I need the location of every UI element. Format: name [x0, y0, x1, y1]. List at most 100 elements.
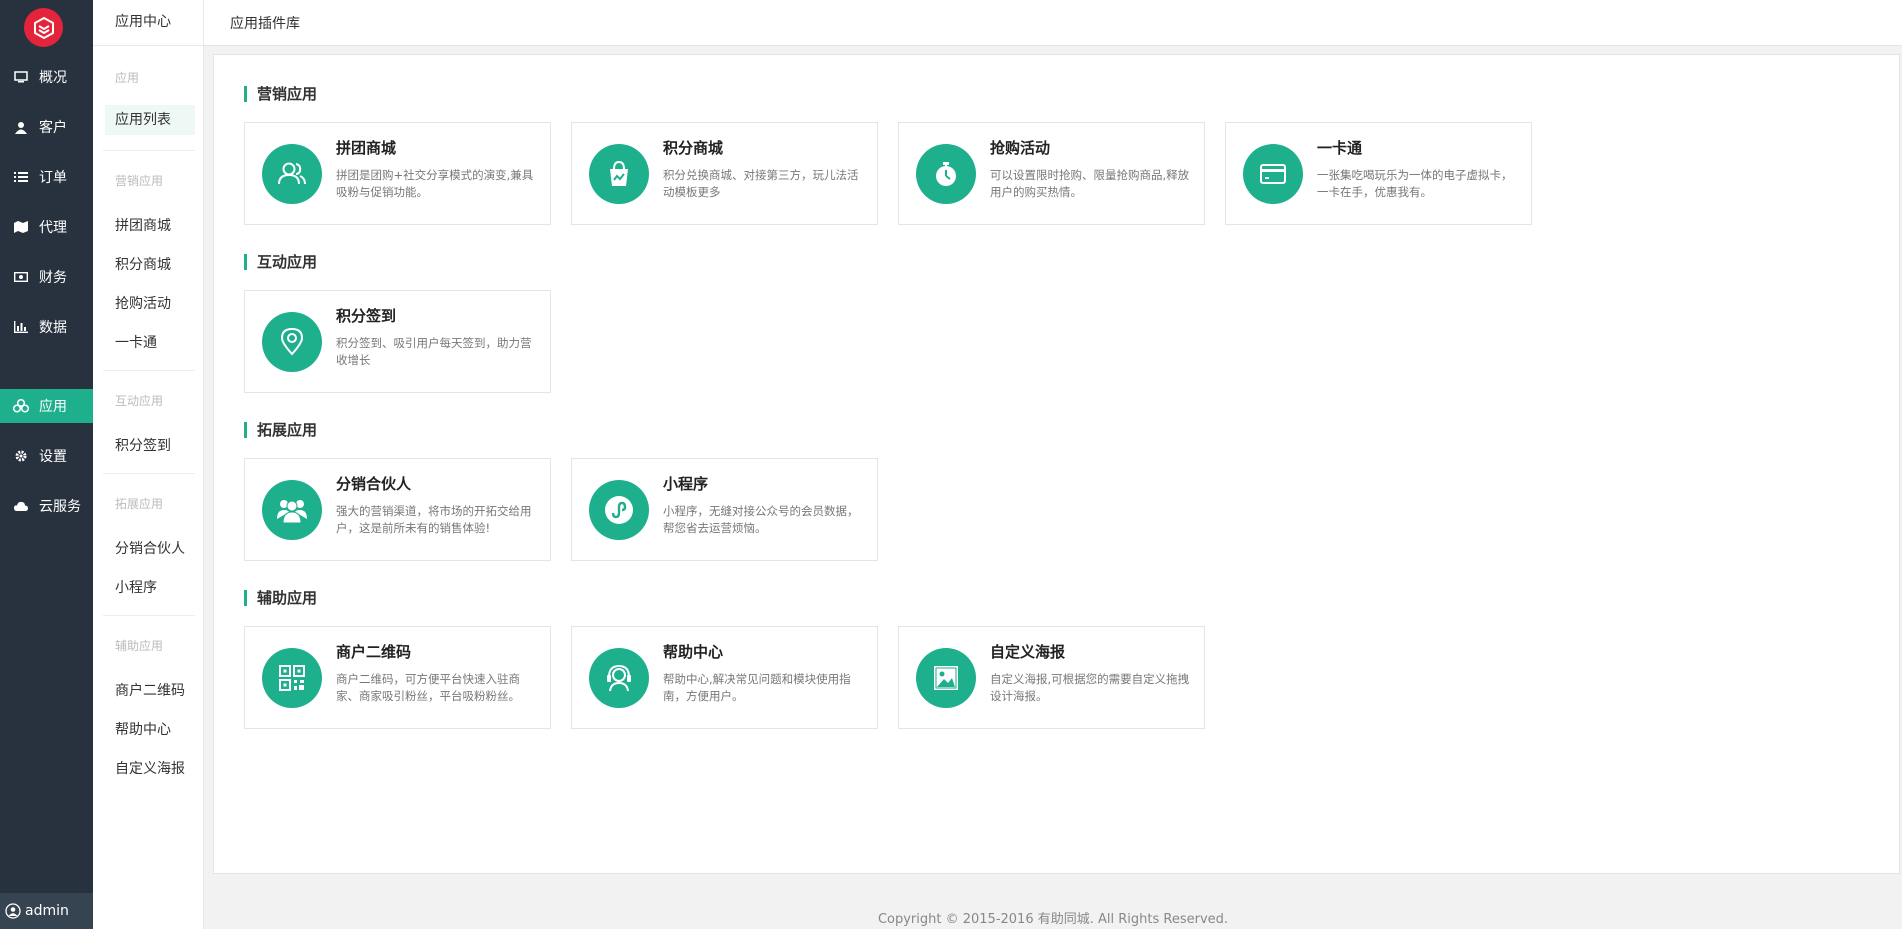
subnav-link-app-list[interactable]: 应用列表	[105, 105, 195, 135]
sidebar-item-label: 云服务	[39, 499, 81, 515]
username: admin	[25, 903, 69, 919]
sidebar-item-finance[interactable]: 财务	[0, 260, 93, 294]
sidebar-item-data[interactable]: 数据	[0, 310, 93, 344]
card-title: 积分签到	[336, 307, 397, 325]
section-title: 拓展应用	[244, 422, 317, 438]
card-description: 自定义海报,可根据您的需要自定义拖拽设计海报。	[990, 672, 1190, 703]
mini-program-icon	[589, 480, 649, 540]
list-icon	[13, 169, 29, 185]
subnav-link-distribution[interactable]: 分销合伙人	[115, 538, 185, 558]
card-description: 积分签到、吸引用户每天签到，助力营收增长	[336, 336, 532, 367]
app-card-qrcode[interactable]: 商户二维码 商户二维码，可方便平台快速入驻商家、商家吸引粉丝，平台吸粉粉丝。	[244, 626, 551, 729]
app-card-one-card[interactable]: 一卡通 一张集吃喝玩乐为一体的电子虚拟卡，一卡在手，优惠我有。	[1225, 122, 1532, 225]
sidebar-item-label: 客户	[39, 120, 67, 136]
main-sidebar: 概况 客户 订单 代理 财务 数据 应用 设置 云服务 admin	[0, 0, 93, 929]
card-description: 拼团是团购+社交分享模式的演变,兼具吸粉与促销功能。	[336, 168, 534, 199]
subnav-link-group-mall[interactable]: 拼团商城	[115, 215, 171, 235]
divider	[103, 615, 195, 616]
sidebar-item-cloud[interactable]: 云服务	[0, 489, 93, 523]
sidebar-item-label: 应用	[39, 399, 67, 415]
app-card-poster[interactable]: 自定义海报 自定义海报,可根据您的需要自定义拖拽设计海报。	[898, 626, 1205, 729]
card-title: 一卡通	[1317, 139, 1363, 157]
subnav-group-label: 应用	[115, 71, 140, 85]
card-description: 小程序，无缝对接公众号的会员数据，帮您省去运营烦恼。	[663, 504, 859, 535]
qrcode-icon	[262, 648, 322, 708]
sidebar-item-label: 数据	[39, 320, 67, 336]
header: 应用插件库	[204, 0, 1902, 46]
sidebar-item-label: 订单	[39, 170, 67, 186]
sidebar-item-label: 设置	[39, 449, 67, 465]
card-title: 分销合伙人	[336, 475, 412, 493]
subnav-link-help[interactable]: 帮助中心	[115, 719, 171, 739]
sidebar-item-apps[interactable]: 应用	[0, 389, 93, 423]
headset-icon	[589, 648, 649, 708]
section-title: 辅助应用	[244, 590, 317, 606]
app-card-points-mall[interactable]: 积分商城 积分兑换商城、对接第三方，玩儿法活动模板更多	[571, 122, 878, 225]
partners-icon	[262, 480, 322, 540]
subnav-group-label: 营销应用	[115, 174, 164, 188]
stopwatch-icon	[916, 144, 976, 204]
app-card-flash-sale[interactable]: 抢购活动 可以设置限时抢购、限量抢购商品,释放用户的购买热情。	[898, 122, 1205, 225]
sidebar-item-settings[interactable]: 设置	[0, 439, 93, 473]
breadcrumb: 应用插件库	[230, 16, 300, 32]
sidebar-item-label: 概况	[39, 70, 67, 86]
subnav-group-label: 互动应用	[115, 394, 164, 408]
subnav-link-card[interactable]: 一卡通	[115, 332, 157, 352]
section-title: 营销应用	[244, 86, 317, 102]
subnav-title: 应用中心	[93, 0, 204, 46]
divider	[103, 370, 195, 371]
card-description: 商户二维码，可方便平台快速入驻商家、商家吸引粉丝，平台吸粉粉丝。	[336, 672, 520, 703]
subnav-link-checkin[interactable]: 积分签到	[115, 435, 171, 455]
monitor-icon	[13, 69, 29, 85]
sidebar-item-agents[interactable]: 代理	[0, 210, 93, 244]
subnav-group-label: 拓展应用	[115, 497, 164, 511]
sidebar-item-label: 代理	[39, 220, 67, 236]
user-menu[interactable]: admin	[0, 893, 93, 929]
card-title: 拼团商城	[336, 139, 397, 157]
sidebar-item-customers[interactable]: 客户	[0, 110, 93, 144]
card-title: 积分商城	[663, 139, 724, 157]
subnav-link-qrcode[interactable]: 商户二维码	[115, 680, 185, 700]
card-title: 帮助中心	[663, 643, 724, 661]
app-card-help-center[interactable]: 帮助中心 帮助中心,解决常见问题和模块使用指南，方便用户。	[571, 626, 878, 729]
subnav-link-flash-sale[interactable]: 抢购活动	[115, 293, 171, 313]
copyright-footer: Copyright © 2015-2016 有助同城. All Rights R…	[877, 912, 1229, 927]
card-description: 一张集吃喝玩乐为一体的电子虚拟卡，一卡在手，优惠我有。	[1317, 168, 1513, 199]
section-title: 互动应用	[244, 254, 317, 270]
subnav-link-mini-program[interactable]: 小程序	[115, 577, 157, 597]
money-icon	[13, 269, 29, 285]
app-library-panel: 营销应用 拼团商城 拼团是团购+社交分享模式的演变,兼具吸粉与促销功能。 积分商…	[213, 54, 1900, 874]
sub-sidebar: 应用中心 应用 应用列表 营销应用 拼团商城 积分商城 抢购活动 一卡通 互动应…	[93, 0, 204, 929]
user-circle-icon	[5, 903, 21, 919]
card-description: 帮助中心,解决常见问题和模块使用指南，方便用户。	[663, 672, 851, 703]
cloud-icon	[13, 498, 29, 514]
gear-icon	[13, 448, 29, 464]
divider	[103, 150, 195, 151]
app-card-group-mall[interactable]: 拼团商城 拼团是团购+社交分享模式的演变,兼具吸粉与促销功能。	[244, 122, 551, 225]
users-icon	[262, 144, 322, 204]
map-icon	[13, 219, 29, 235]
logo-icon[interactable]	[24, 8, 63, 47]
card-description: 强大的营销渠道，将市场的开拓交给用户，这是前所未有的销售体验!	[336, 504, 532, 535]
sidebar-item-orders[interactable]: 订单	[0, 160, 93, 194]
shopping-bag-icon	[589, 144, 649, 204]
cubes-icon	[13, 398, 29, 414]
card-title: 抢购活动	[990, 139, 1051, 157]
card-description: 积分兑换商城、对接第三方，玩儿法活动模板更多	[663, 168, 859, 199]
card-title: 自定义海报	[990, 643, 1066, 661]
subnav-link-points-mall[interactable]: 积分商城	[115, 254, 171, 274]
subnav-link-poster[interactable]: 自定义海报	[115, 758, 185, 778]
app-card-mini-program[interactable]: 小程序 小程序，无缝对接公众号的会员数据，帮您省去运营烦恼。	[571, 458, 878, 561]
card-description: 可以设置限时抢购、限量抢购商品,释放用户的购买热情。	[990, 168, 1190, 199]
location-pin-icon	[262, 312, 322, 372]
card-title: 小程序	[663, 475, 709, 493]
user-icon	[13, 119, 29, 135]
image-icon	[916, 648, 976, 708]
subnav-group-label: 辅助应用	[115, 639, 164, 653]
divider	[103, 473, 195, 474]
card-icon	[1243, 144, 1303, 204]
app-card-distribution[interactable]: 分销合伙人 强大的营销渠道，将市场的开拓交给用户，这是前所未有的销售体验!	[244, 458, 551, 561]
card-title: 商户二维码	[336, 643, 412, 661]
app-card-checkin[interactable]: 积分签到 积分签到、吸引用户每天签到，助力营收增长	[244, 290, 551, 393]
sidebar-item-overview[interactable]: 概况	[0, 60, 93, 94]
